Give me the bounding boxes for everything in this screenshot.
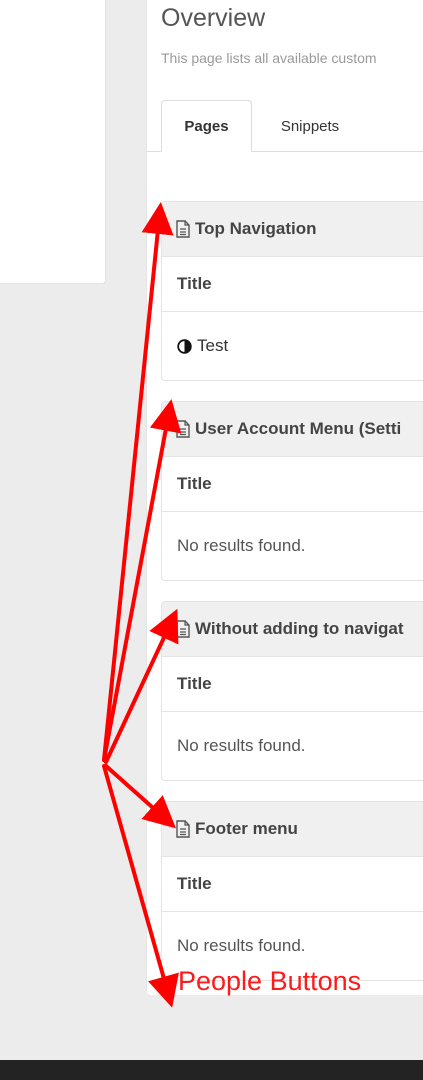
table-row[interactable]: Test — [162, 312, 423, 380]
document-icon — [175, 420, 191, 438]
card-title: Without adding to navigat — [195, 619, 404, 638]
document-icon — [175, 820, 191, 838]
card-title: Top Navigation — [195, 219, 317, 238]
card-user-account-menu: User Account Menu (Setti Title No result… — [161, 401, 423, 581]
page-title: Overview — [161, 4, 266, 32]
tab-pages[interactable]: Pages — [161, 100, 252, 152]
annotation-label: People Buttons — [178, 966, 362, 996]
card-header[interactable]: Without adding to navigat — [162, 602, 423, 657]
empty-row: No results found. — [177, 536, 306, 555]
card-without-adding-to-navigation: Without adding to navigat Title No resul… — [161, 601, 423, 781]
card-header[interactable]: Top Navigation — [162, 202, 423, 257]
card-footer-menu: Footer menu Title No results found. — [161, 801, 423, 981]
card-title: User Account Menu (Setti — [195, 419, 402, 438]
column-header-title[interactable]: Title — [162, 457, 423, 512]
card-header[interactable]: Footer menu — [162, 802, 423, 857]
footer-bar — [0, 1060, 423, 1080]
tab-snippets[interactable]: Snippets — [260, 100, 360, 152]
half-circle-icon — [177, 338, 192, 354]
card-header[interactable]: User Account Menu (Setti — [162, 402, 423, 457]
empty-row: No results found. — [177, 736, 306, 755]
side-panel — [0, 0, 106, 284]
column-header-title[interactable]: Title — [162, 857, 423, 912]
document-icon — [175, 220, 191, 238]
page-description: This page lists all available custom — [161, 50, 377, 66]
row-title[interactable]: Test — [197, 336, 228, 356]
card-top-navigation: Top Navigation Title Test — [161, 201, 423, 381]
column-header-title[interactable]: Title — [162, 257, 423, 312]
document-icon — [175, 620, 191, 638]
column-header-title[interactable]: Title — [162, 657, 423, 712]
card-title: Footer menu — [195, 819, 298, 838]
